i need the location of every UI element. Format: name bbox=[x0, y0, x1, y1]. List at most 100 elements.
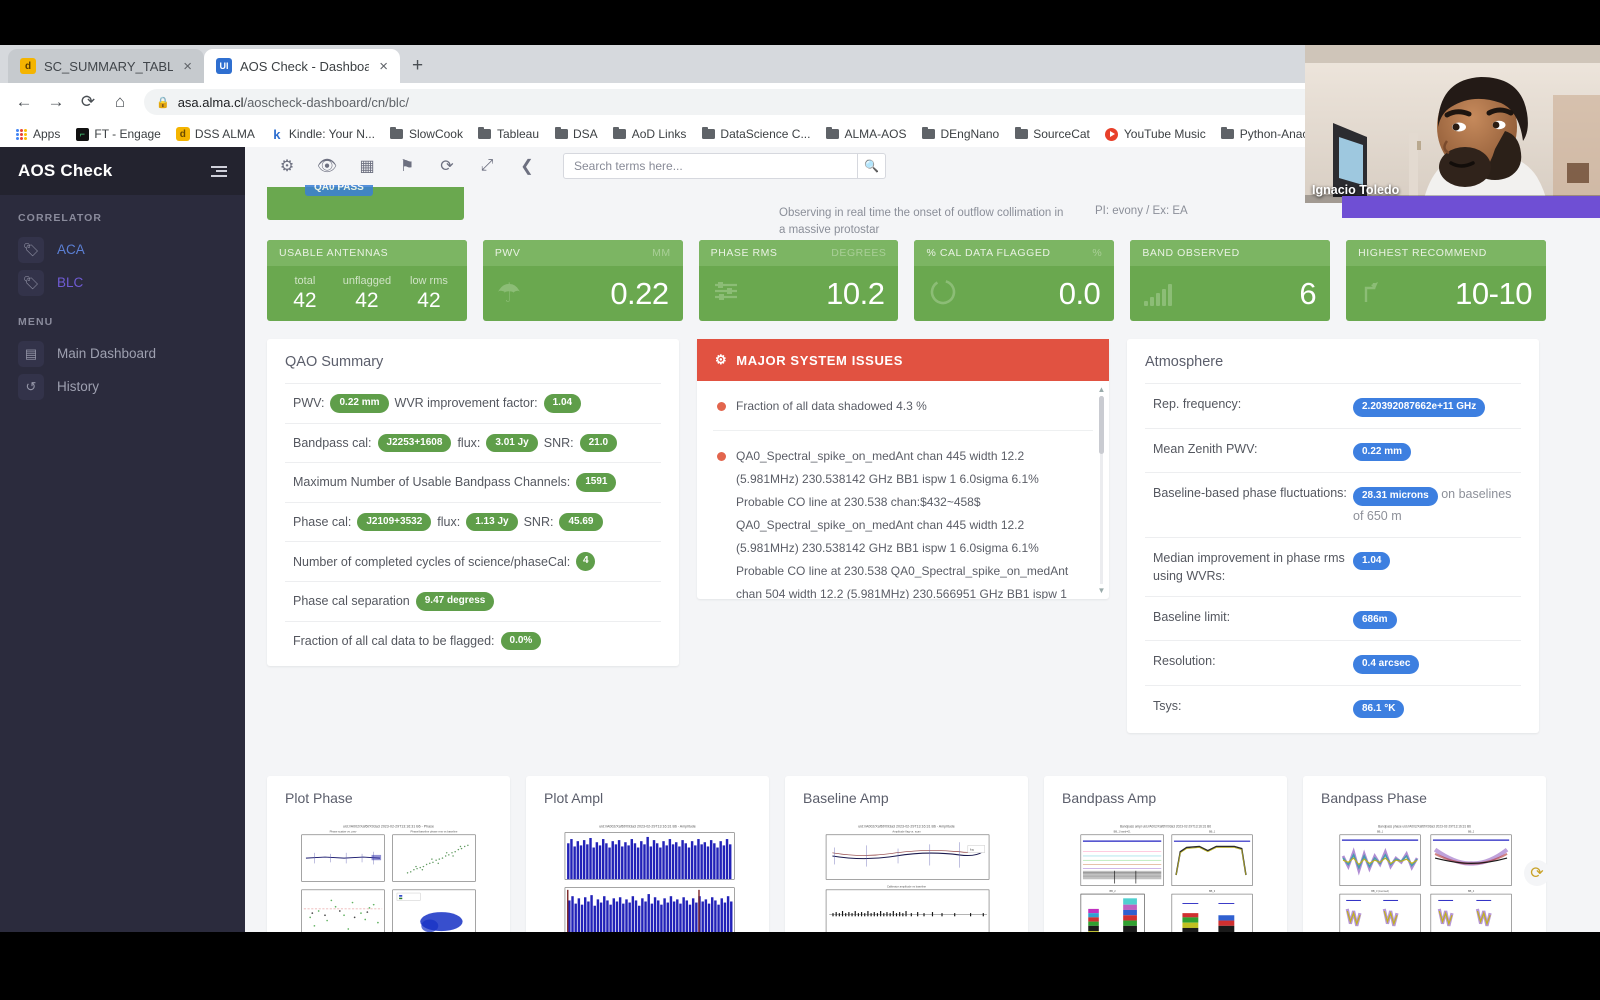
plot-card-plot-ampl[interactable]: Plot Ampl uid://A002/Xaf6f/X93a3 2023-02… bbox=[526, 776, 769, 932]
home-icon[interactable]: ⌂ bbox=[106, 88, 134, 116]
forward-icon[interactable]: → bbox=[42, 88, 70, 116]
bookmark-dsa[interactable]: DSA bbox=[548, 125, 604, 143]
window-titlebar bbox=[0, 0, 1600, 45]
flag-icon[interactable]: ⚑ bbox=[387, 147, 427, 185]
qao-label: SNR: bbox=[523, 514, 554, 529]
scroll-down-icon[interactable]: ▼ bbox=[1097, 586, 1106, 595]
bookmark-ft-engage[interactable]: ⌐ FT - Engage bbox=[69, 125, 166, 143]
plot-card-baseline-amp[interactable]: Baseline Amp uid://A002/Xaf6f/X93a3 2023… bbox=[785, 776, 1028, 932]
scrollbar-thumb[interactable] bbox=[1099, 396, 1104, 454]
atmosphere-value: 86.1 °K bbox=[1353, 697, 1513, 718]
svg-text:BB_1 band=01: BB_1 band=01 bbox=[1114, 831, 1131, 834]
panels-row: QAO Summary PWV: 0.22 mm WVR improvement… bbox=[245, 321, 1568, 733]
search-icon[interactable]: 🔍 bbox=[858, 153, 886, 179]
atmosphere-value: 686m bbox=[1353, 608, 1513, 629]
bookmark-datascience[interactable]: DataScience C... bbox=[695, 125, 816, 143]
atmosphere-value: 28.31 microns on baselines of 650 m bbox=[1353, 484, 1513, 526]
bookmark-youtube-music[interactable]: YouTube Music bbox=[1099, 125, 1212, 143]
stat-card-body: ☂ 0.22 bbox=[483, 266, 683, 321]
bookmark-dss-alma[interactable]: d DSS ALMA bbox=[170, 125, 261, 143]
sidebar-section-correlator: CORRELATOR bbox=[18, 212, 103, 224]
stat-card-header: USABLE ANTENNAS bbox=[267, 240, 467, 266]
square-icon: ⌐ bbox=[75, 127, 89, 141]
folder-icon bbox=[478, 126, 492, 141]
bookmark-alma-aos[interactable]: ALMA-AOS bbox=[819, 125, 912, 143]
plot-card-bandpass-phase[interactable]: Bandpass Phase Bandpass phase uid://A002… bbox=[1303, 776, 1546, 932]
plot-thumbnail-bandpass-phase: Bandpass phase uid://A002/Xaf6f/X93a3 20… bbox=[1303, 816, 1546, 932]
sidebar-item-blc[interactable]: 🏷 BLC bbox=[0, 266, 245, 299]
webcam-overlay[interactable]: Ignacio Toledo bbox=[1305, 45, 1600, 203]
plot-card-bandpass-amp[interactable]: Bandpass Amp Bandpass ampl uid://A002/Xa… bbox=[1044, 776, 1287, 932]
qao-label: Fraction of all cal data to be flagged: bbox=[293, 633, 495, 648]
dashboard-icon: ▤ bbox=[18, 340, 44, 367]
bookmark-slowcook[interactable]: SlowCook bbox=[384, 125, 469, 143]
folder-icon bbox=[554, 126, 568, 141]
atmosphere-row: Rep. frequency: 2.20392087662e+11 GHz bbox=[1145, 383, 1521, 428]
antenna-total-value: 42 bbox=[293, 288, 317, 312]
refresh-icon[interactable]: ⟳ bbox=[427, 147, 467, 185]
bookmark-apps[interactable]: Apps bbox=[8, 125, 66, 143]
bookmark-kindle[interactable]: k Kindle: Your N... bbox=[264, 125, 381, 143]
stat-title: % CAL DATA FLAGGED bbox=[926, 247, 1051, 259]
plot-card-plot-phase[interactable]: Plot Phase uid://A002/Xaf6f/X93a3 2023-0… bbox=[267, 776, 510, 932]
svg-text:Amplitude flag vs. scan: Amplitude flag vs. scan bbox=[892, 830, 921, 834]
qao-badge: 1.04 bbox=[543, 394, 582, 413]
tab-close-icon[interactable]: × bbox=[377, 59, 390, 74]
chevron-left-icon[interactable]: ❮ bbox=[507, 147, 547, 185]
tab-close-icon[interactable]: × bbox=[181, 59, 194, 74]
qao-badge: J2109+3532 bbox=[357, 512, 432, 531]
atmosphere-label: Baseline-based phase fluctuations: bbox=[1153, 486, 1347, 500]
issues-scrollbar[interactable]: ▲ ▼ bbox=[1097, 385, 1106, 595]
bullet-dot-icon bbox=[717, 452, 726, 461]
bookmark-tableau[interactable]: Tableau bbox=[472, 125, 545, 143]
svg-text:BB_1: BB_1 bbox=[1209, 831, 1216, 834]
sidebar-item-main-dashboard[interactable]: ▤ Main Dashboard bbox=[0, 337, 245, 370]
stat-title: HIGHEST RECOMMEND bbox=[1358, 247, 1487, 259]
antenna-lowrms-value: 42 bbox=[417, 288, 441, 312]
stat-card-body: 6 bbox=[1130, 266, 1330, 321]
plot-thumbnail-phase: uid://A002/Xaf6f/X93a3 2023-02-29T13:16:… bbox=[267, 816, 510, 932]
svg-text:uid://A002/Xaf6f/X93a3 2023-: uid://A002/Xaf6f/X93a3 2023-02-29T13:16:… bbox=[343, 824, 434, 828]
bookmark-label: FT - Engage bbox=[94, 127, 161, 141]
atmosphere-badge: 686m bbox=[1353, 610, 1397, 629]
atmosphere-row: Tsys: 86.1 °K bbox=[1145, 684, 1521, 734]
scroll-up-icon[interactable]: ▲ bbox=[1097, 385, 1106, 394]
stat-card-body: 10.2 bbox=[699, 266, 899, 321]
expand-icon[interactable]: ⤢ bbox=[467, 147, 507, 185]
qao-badge: 0.0% bbox=[500, 631, 542, 650]
svg-text:Phase scatter vs. pwv: Phase scatter vs. pwv bbox=[330, 830, 357, 834]
atmosphere-label: Median improvement in phase rms using WV… bbox=[1153, 550, 1345, 583]
reload-icon[interactable]: ⟳ bbox=[74, 88, 102, 116]
browser-tab-2[interactable]: UI AOS Check - Dashboard × bbox=[204, 49, 400, 83]
sidebar-item-aca[interactable]: 🏷 ACA bbox=[0, 233, 245, 266]
svg-text:uid://A002/Xaf6f/X93a3 2023-: uid://A002/Xaf6f/X93a3 2023-02-29T13:16:… bbox=[599, 824, 695, 828]
new-tab-button[interactable]: + bbox=[400, 55, 435, 83]
qao-badge: 4 bbox=[576, 552, 596, 571]
bookmark-aod-links[interactable]: AoD Links bbox=[607, 125, 693, 143]
film-icon[interactable]: ▦ bbox=[347, 147, 387, 185]
sliders-icon bbox=[713, 279, 741, 308]
qao-badge: 0.22 mm bbox=[330, 394, 389, 413]
stat-card-usable-antennas: USABLE ANTENNAS total 42 unflagged 42 lo… bbox=[267, 240, 467, 321]
stat-card-header: % CAL DATA FLAGGED % bbox=[914, 240, 1115, 266]
atmosphere-value: 2.20392087662e+11 GHz bbox=[1353, 395, 1513, 417]
bookmark-sourcecat[interactable]: SourceCat bbox=[1008, 125, 1096, 143]
sidebar-item-history[interactable]: ↺ History bbox=[0, 370, 245, 403]
plot-title: Bandpass Phase bbox=[1321, 790, 1427, 806]
issues-list: Fraction of all data shadowed 4.3 % QA0_… bbox=[697, 381, 1109, 599]
qao-label: SNR: bbox=[543, 435, 574, 450]
atmosphere-badge: 1.04 bbox=[1353, 551, 1391, 570]
browser-tab-1[interactable]: d SC_SUMMARY_TABLE_by × bbox=[8, 49, 204, 83]
stat-title: USABLE ANTENNAS bbox=[279, 247, 389, 259]
back-icon[interactable]: ← bbox=[10, 88, 38, 116]
bookmark-dengnano[interactable]: DEngNano bbox=[915, 125, 1005, 143]
search-input[interactable]: Search terms here... bbox=[563, 153, 858, 179]
sidebar-collapse-icon[interactable] bbox=[211, 165, 227, 177]
gear-icon[interactable]: ⚙ bbox=[267, 147, 307, 185]
eye-icon[interactable]: 👁 bbox=[307, 147, 347, 185]
atmosphere-label: Tsys: bbox=[1153, 698, 1182, 713]
sidebar-item-label: BLC bbox=[57, 275, 84, 290]
antenna-lowrms-label: low rms bbox=[410, 274, 448, 287]
stat-value: 10-10 bbox=[1455, 275, 1532, 311]
scroll-to-top-button[interactable]: ⟳ bbox=[1524, 860, 1550, 886]
